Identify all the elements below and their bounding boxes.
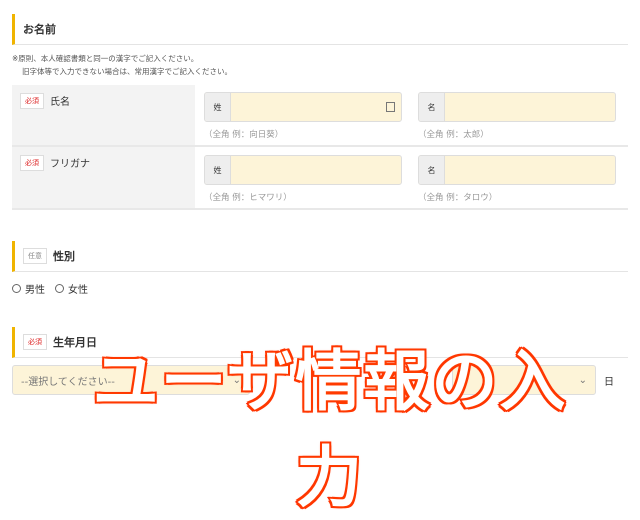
note-line: ※原則、本人確認書類と同一の漢字でご記入ください。	[12, 54, 199, 63]
last-name-input[interactable]: 姓	[204, 92, 402, 122]
required-badge: 必須	[23, 334, 47, 350]
last-name-kana-input[interactable]: 姓	[204, 155, 402, 185]
radio-label: 男性	[25, 285, 45, 296]
name-section-header: お名前	[12, 14, 628, 45]
gender-section-header: 任意 性別	[12, 241, 628, 272]
radio-female[interactable]: 女性	[55, 281, 88, 296]
field-label: フリガナ	[50, 159, 90, 170]
input-hint: （全角 例：ヒマワリ）	[204, 193, 292, 203]
radio-male[interactable]: 男性	[12, 281, 45, 296]
first-name-kana-field: 名 （全角 例：タロウ）	[418, 155, 616, 203]
overlay-caption: ユーザ情報の入力	[91, 342, 568, 518]
section-title: 性別	[53, 250, 75, 263]
last-name-kana-field: 姓 （全角 例：ヒマワリ）	[204, 155, 402, 203]
input-hint: （全角 例：向日葵）	[204, 130, 284, 140]
section-title: お名前	[23, 23, 56, 36]
first-name-field: 名 （全角 例：太郎）	[418, 92, 616, 140]
input-hint: （全角 例：タロウ）	[418, 193, 498, 203]
last-name-field: 姓 （全角 例：向日葵）	[204, 92, 402, 140]
first-name-input[interactable]: 名	[418, 92, 616, 122]
optional-badge: 任意	[23, 248, 47, 264]
required-badge: 必須	[20, 155, 44, 171]
name-note: ※原則、本人確認書類と同一の漢字でご記入ください。旧字体等で入力できない場合は、…	[12, 52, 232, 78]
input-prefix: 姓	[205, 93, 231, 121]
note-line: 旧字体等で入力できない場合は、常用漢字でご記入ください。	[22, 67, 232, 76]
input-hint: （全角 例：太郎）	[418, 130, 489, 140]
gender-radio-group: 男性 女性	[12, 281, 88, 296]
required-badge: 必須	[20, 93, 44, 109]
autofill-icon[interactable]	[386, 102, 395, 112]
day-suffix: 日	[604, 377, 614, 388]
first-name-kana-input[interactable]: 名	[418, 155, 616, 185]
field-label: 氏名	[50, 97, 70, 108]
radio-label: 女性	[68, 285, 88, 296]
input-prefix: 名	[419, 156, 445, 184]
input-prefix: 名	[419, 93, 445, 121]
input-prefix: 姓	[205, 156, 231, 184]
